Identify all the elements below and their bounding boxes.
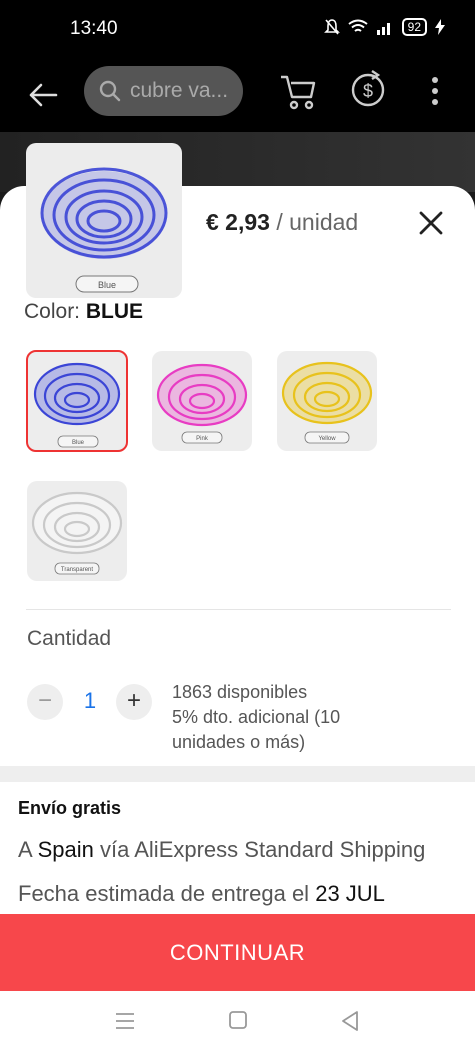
system-nav-bar [0,991,475,1056]
selected-product-image: Blue [26,143,182,298]
search-icon [99,80,121,102]
close-icon[interactable] [418,210,444,236]
price-unit: / unidad [276,209,359,235]
swatch-caption: Blue [72,440,85,446]
color-option-pink[interactable]: Pink [152,351,252,451]
price: € 2,93 / unidad [206,209,358,236]
color-label: Color: BLUE [24,300,144,323]
bulk-discount: 5% dto. adicional (10 unidades o más) [172,707,341,752]
available-count: 1863 disponibles [172,682,308,702]
cart-icon[interactable] [278,68,318,112]
color-option-yellow[interactable]: Yellow [277,351,377,451]
status-bar: 13:40 92 [0,0,475,60]
quantity-value[interactable]: 1 [80,688,100,714]
menu-icon[interactable] [115,1011,135,1031]
top-bar: cubre va... $ [0,60,475,132]
shipping-method[interactable]: A Spain vía AliExpress Standard Shipping [18,837,425,863]
search-placeholder: cubre va... [130,79,229,102]
shipping-country: Spain [37,837,94,862]
status-time: 13:40 [70,18,118,39]
quantity-label: Cantidad [27,627,112,650]
more-options-icon[interactable] [430,74,440,108]
delivery-estimate: Fecha estimada de entrega el 23 JUL [18,881,385,906]
main-thumb-caption: Blue [98,280,116,290]
coin-refresh-icon[interactable]: $ [348,66,388,110]
selected-color-name: BLUE [85,300,144,323]
mute-icon [323,19,340,35]
swatch-caption: Transparent [61,567,93,573]
signal-icon [376,23,390,35]
delivery-date: 23 JUL [315,881,385,906]
decrease-quantity-button[interactable]: − [27,684,63,720]
color-option-transparent[interactable]: Transparent [27,481,127,581]
section-separator [0,766,475,782]
back-arrow-icon[interactable] [26,78,60,112]
search-input[interactable]: cubre va... [84,66,243,116]
swatch-caption: Pink [196,436,209,442]
status-icons: 92 [323,18,445,36]
home-icon[interactable] [229,1011,247,1029]
continue-button[interactable]: CONTINUAR [0,914,475,991]
stock-info: 1863 disponibles 5% dto. adicional (10 u… [172,680,412,755]
battery-icon: 92 [401,18,427,36]
section-divider [26,609,451,610]
price-value: € 2,93 [206,209,270,235]
swatch-caption: Yellow [318,436,336,442]
charging-icon [435,19,445,35]
wifi-icon [348,19,368,32]
svg-text:$: $ [363,81,373,101]
back-triangle-icon[interactable] [341,1011,359,1031]
increase-quantity-button[interactable]: + [116,684,152,720]
color-option-blue[interactable]: Blue [26,350,128,452]
shipping-title: Envío gratis [18,798,122,818]
